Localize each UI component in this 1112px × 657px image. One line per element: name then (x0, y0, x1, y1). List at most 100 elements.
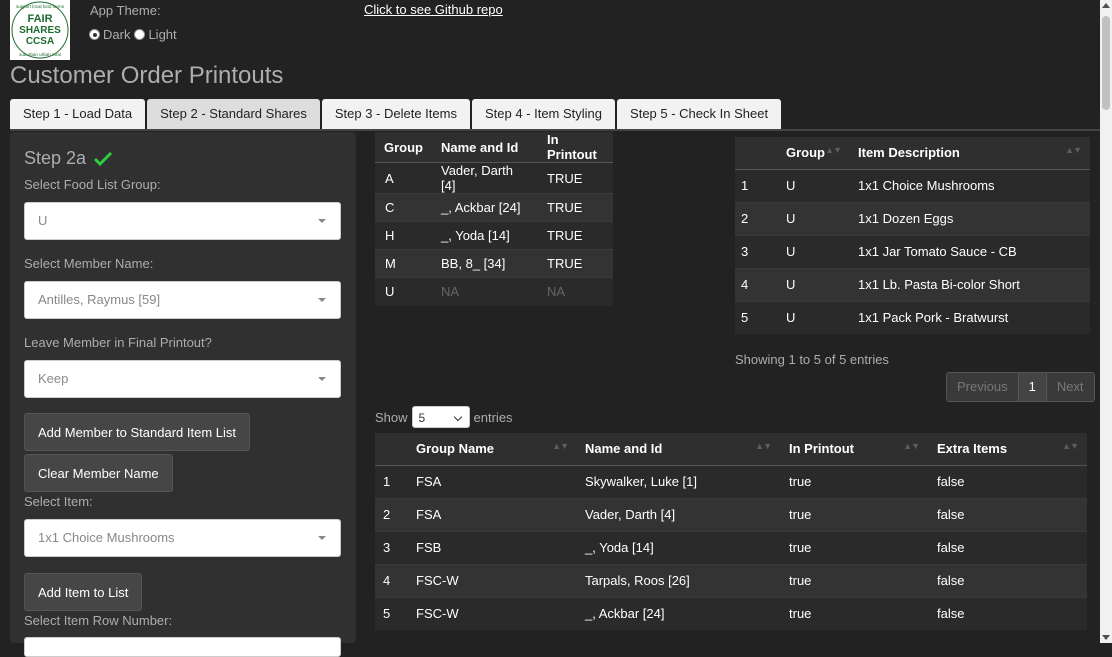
add-item-button[interactable]: Add Item to List (24, 573, 143, 611)
page-length-value: 5 (418, 411, 426, 425)
table-row: 1 U 1x1 Choice Mushrooms (735, 168, 1090, 202)
table-cell: NA (432, 277, 538, 306)
tab-step-5[interactable]: Step 5 - Check In Sheet (617, 99, 782, 129)
table-cell: M (375, 249, 432, 278)
in-printout-col-header[interactable]: In Printout ▲▼ (780, 433, 928, 466)
theme-radio-dark[interactable] (89, 29, 100, 40)
printout-col-header[interactable]: In Printout (538, 132, 613, 163)
previous-page-button[interactable]: Previous (947, 373, 1018, 401)
index-col-header (375, 433, 408, 466)
add-member-button[interactable]: Add Member to Standard Item List (24, 413, 250, 451)
food-group-value: U (38, 213, 48, 228)
sort-icon: ▲▼ (755, 441, 772, 452)
item-select[interactable]: 1x1 Choice Mushrooms (24, 519, 341, 557)
table-cell: Tarpals, Roos [26] (576, 563, 780, 597)
leave-member-value: Keep (38, 371, 69, 386)
table-cell: true (780, 464, 928, 498)
show-label: Show (375, 409, 408, 425)
table-cell: TRUE (538, 193, 613, 222)
table-cell: U (762, 168, 849, 202)
member-select[interactable]: Antilles, Raymus [59] (24, 281, 341, 319)
scroll-up-icon[interactable] (1102, 3, 1110, 8)
extra-items-col-header[interactable]: Extra Items ▲▼ (928, 433, 1087, 466)
logo-ring-top: support local food farms (16, 4, 65, 9)
group-name-col-header[interactable]: Group Name ▲▼ (408, 433, 576, 466)
table-cell: H (375, 221, 432, 250)
table-cell: false (928, 596, 1087, 630)
table-cell: true (780, 596, 928, 630)
page-length-control: Show 5 entries (375, 406, 513, 428)
table-cell: Vader, Darth [4] (576, 497, 780, 531)
table-row: 3 FSB _, Yoda [14] true false (375, 530, 1087, 564)
entries-label: entries (473, 409, 513, 425)
table-cell: 5 (735, 300, 762, 334)
theme-radio-light[interactable] (134, 29, 146, 40)
leave-member-label: Leave Member in Final Printout? (24, 335, 212, 350)
member-label: Select Member Name: (24, 256, 154, 271)
table-cell: 1x1 Dozen Eggs (849, 201, 1090, 235)
tab-step-4[interactable]: Step 4 - Item Styling (471, 99, 616, 129)
scroll-down-icon[interactable] (1102, 635, 1110, 640)
sort-icon: ▲▼ (1065, 145, 1082, 156)
row-number-select[interactable] (24, 637, 341, 657)
item-label: Select Item: (24, 494, 93, 509)
table-row: 5 U 1x1 Pack Pork - Bratwurst (735, 300, 1090, 334)
tab-step-3[interactable]: Step 3 - Delete Items (321, 99, 470, 129)
item-description-col-header[interactable]: Item Description ▲▼ (849, 137, 1090, 170)
theme-radio-group: Dark Light (89, 27, 177, 42)
food-group-label: Select Food List Group: (24, 177, 161, 192)
sort-icon: ▲▼ (552, 441, 569, 452)
food-group-select[interactable]: U (24, 202, 341, 240)
logo-ring-bottom: suburban urban rural (19, 52, 61, 57)
tab-divider (10, 129, 1100, 131)
table-row: 4 U 1x1 Lb. Pasta Bi-color Short (735, 267, 1090, 301)
table-cell: NA (538, 277, 613, 306)
table-info: Showing 1 to 5 of 5 entries (735, 352, 889, 367)
member-value: Antilles, Raymus [59] (38, 292, 161, 307)
table-cell: true (780, 530, 928, 564)
group-col-header[interactable]: Group (375, 132, 432, 163)
sort-icon: ▲▼ (825, 145, 842, 156)
table-row: 1 FSA Skywalker, Luke [1] true false (375, 464, 1087, 498)
table-row: 3 U 1x1 Jar Tomato Sauce - CB (735, 234, 1090, 268)
table-cell: 4 (375, 563, 408, 597)
member-table: Group Name ▲▼ Name and Id ▲▼ In Printout ▲▼… (375, 433, 1087, 630)
extra-items-col-label: Extra Items (937, 441, 1008, 457)
table-cell: U (762, 267, 849, 301)
name-col-header[interactable]: Name and Id (432, 132, 538, 163)
table-cell: U (762, 201, 849, 235)
table-cell: 1x1 Pack Pork - Bratwurst (849, 300, 1090, 334)
logo-line3: CCSA (26, 36, 54, 47)
table-cell: false (928, 563, 1087, 597)
page-1-button[interactable]: 1 (1017, 373, 1047, 401)
row-number-label: Select Item Row Number: (24, 613, 173, 628)
table-cell: A (375, 162, 432, 194)
leave-member-select[interactable]: Keep (24, 360, 341, 398)
name-id-col-header[interactable]: Name and Id ▲▼ (576, 433, 780, 466)
tab-step-1[interactable]: Step 1 - Load Data (10, 99, 146, 129)
github-repo-link[interactable]: Click to see Github repo (364, 2, 503, 17)
table-cell: FSC-W (408, 563, 576, 597)
next-page-button[interactable]: Next (1046, 373, 1094, 401)
tab-step-2[interactable]: Step 2 - Standard Shares (147, 99, 320, 129)
theme-label: App Theme: (90, 3, 161, 18)
scrollbar-thumb[interactable] (1102, 16, 1110, 110)
clear-member-button[interactable]: Clear Member Name (24, 454, 173, 492)
table-cell: 1x1 Lb. Pasta Bi-color Short (849, 267, 1090, 301)
table-cell: _, Ackbar [24] (576, 596, 780, 630)
table-cell: _, Yoda [14] (576, 530, 780, 564)
table-cell: 2 (735, 201, 762, 235)
table-row: M BB, 8_ [34] TRUE (375, 249, 613, 278)
step-tabs: Step 1 - Load Data Step 2 - Standard Sha… (10, 99, 783, 129)
page-length-select[interactable]: 5 (411, 406, 470, 428)
item-description-col-label: Item Description (858, 145, 960, 161)
index-col-header (735, 137, 762, 170)
name-id-col-label: Name and Id (585, 441, 663, 457)
table-cell: false (928, 530, 1087, 564)
table-cell: U (762, 300, 849, 334)
table-cell: 3 (735, 234, 762, 268)
table-row: H _, Yoda [14] TRUE (375, 221, 613, 250)
group-col-header[interactable]: Group ▲▼ (762, 137, 849, 170)
step-title-text: Step 2a (24, 148, 87, 168)
table-cell: 4 (735, 267, 762, 301)
